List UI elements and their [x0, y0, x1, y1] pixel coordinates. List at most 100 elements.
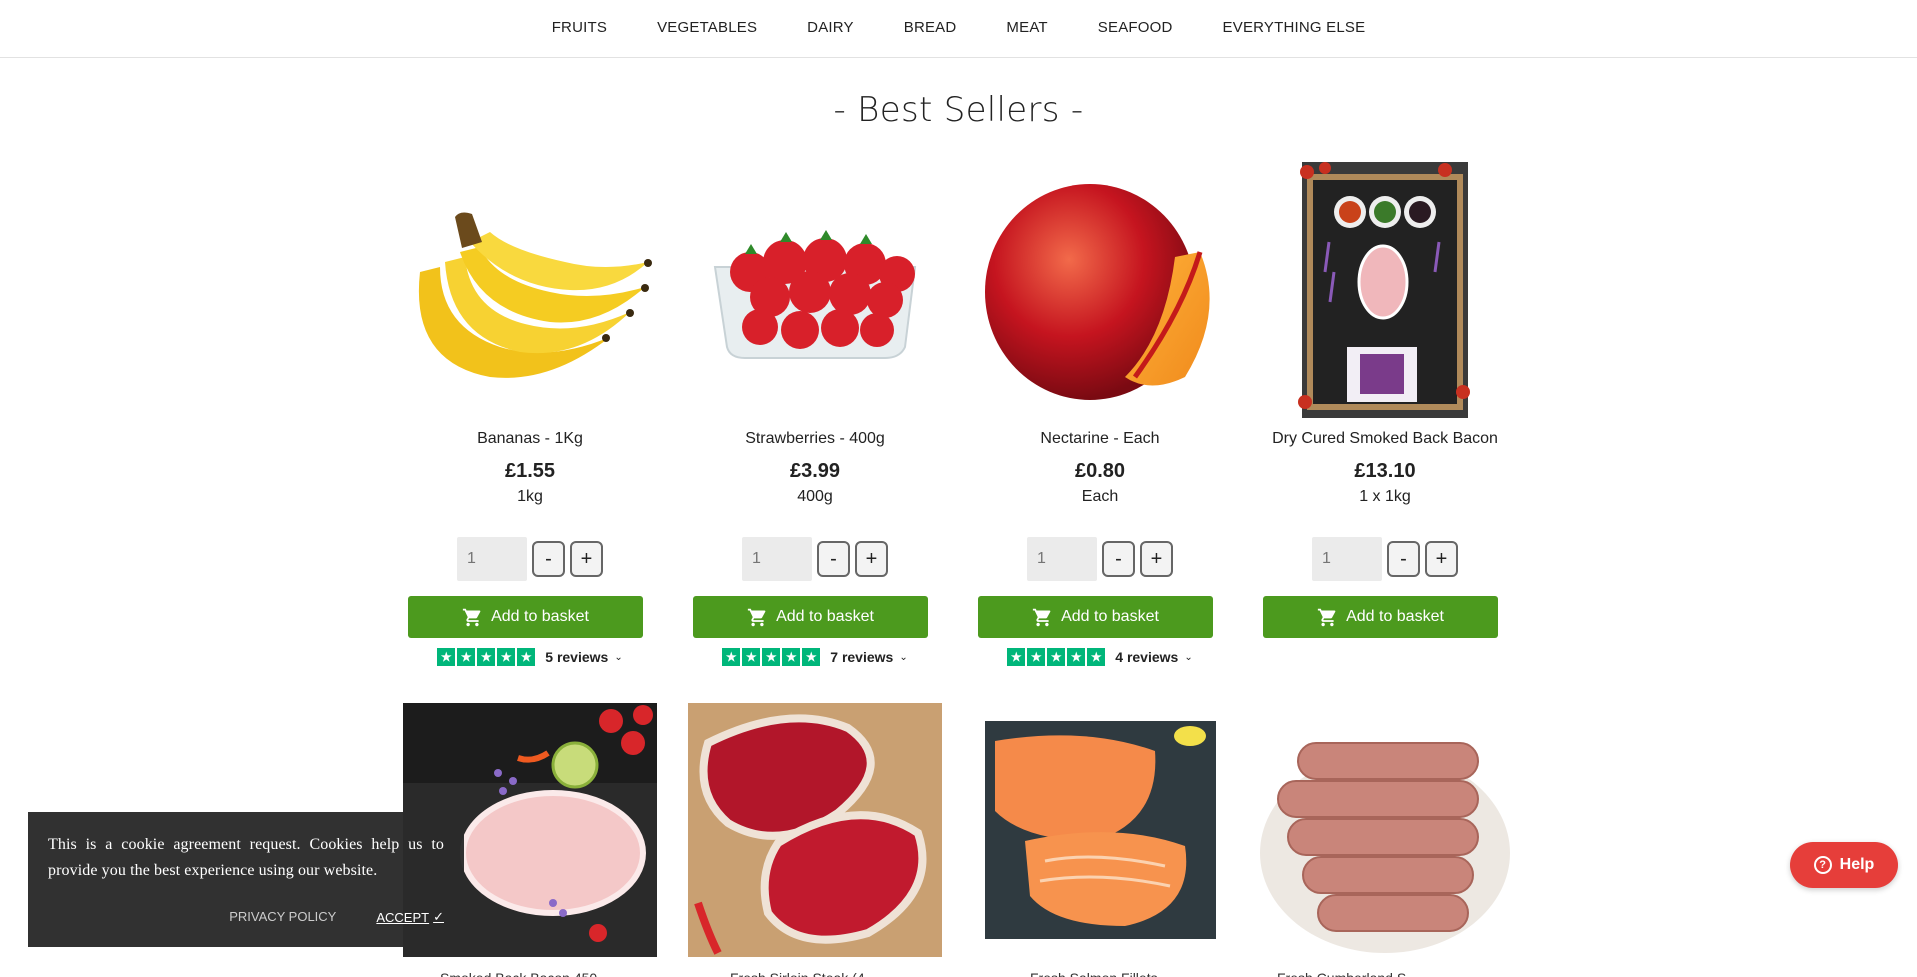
nav-seafood[interactable]: SEAFOOD — [1098, 19, 1173, 36]
star-icon: ★ — [762, 648, 781, 666]
product-unit: Each — [1081, 488, 1119, 505]
product-name[interactable]: Bananas - 1Kg — [400, 430, 660, 448]
nav-vegetables[interactable]: VEGETABLES — [657, 19, 757, 36]
chevron-down-icon[interactable]: ⌄ — [614, 652, 622, 663]
star-icon: ★ — [437, 648, 456, 666]
increase-qty-button[interactable]: + — [1140, 541, 1173, 577]
chevron-down-icon[interactable]: ⌄ — [899, 652, 907, 663]
add-to-basket-label: Add to basket — [491, 608, 589, 625]
star-icon: ★ — [1067, 648, 1086, 666]
decrease-qty-button[interactable]: - — [1102, 541, 1135, 577]
accept-cookies-button[interactable]: ACCEPT ✓ — [376, 909, 444, 925]
review-count[interactable]: 4 reviews — [1115, 649, 1178, 665]
star-icon: ★ — [742, 648, 761, 666]
product-image-nectarine[interactable] — [970, 162, 1230, 424]
star-icon: ★ — [802, 648, 821, 666]
product-name[interactable]: Dry Cured Smoked Back Bacon — [1255, 430, 1515, 448]
add-to-basket-button[interactable]: Add to basket — [1263, 596, 1498, 638]
product-name[interactable]: Fresh Sirloin Steak (4 — [730, 970, 920, 977]
star-rating: ★ ★ ★ ★ ★ — [1007, 648, 1106, 666]
product-card: Strawberries - 400g £3.99 400g - + Add t… — [685, 162, 945, 666]
product-image-cumberland-sausages[interactable] — [1258, 703, 1512, 957]
increase-qty-button[interactable]: + — [1425, 541, 1458, 577]
product-price: £3.99 — [789, 460, 841, 482]
product-price: £0.80 — [1074, 460, 1126, 482]
nav-meat[interactable]: MEAT — [1006, 19, 1047, 36]
product-unit: 400g — [797, 488, 833, 505]
product-price: £13.10 — [1354, 460, 1416, 482]
section-title: - Best Sellers - — [833, 90, 1084, 130]
review-count[interactable]: 7 reviews — [830, 649, 893, 665]
star-icon: ★ — [457, 648, 476, 666]
increase-qty-button[interactable]: + — [855, 541, 888, 577]
add-to-basket-button[interactable]: Add to basket — [693, 596, 928, 638]
decrease-qty-button[interactable]: - — [532, 541, 565, 577]
product-name[interactable]: Fresh Cumberland S — [1277, 970, 1447, 977]
add-to-basket-button[interactable]: Add to basket — [408, 596, 643, 638]
decrease-qty-button[interactable]: - — [817, 541, 850, 577]
product-image-bananas[interactable] — [400, 162, 660, 424]
star-rating: ★ ★ ★ ★ ★ — [722, 648, 821, 666]
product-image-bacon[interactable] — [1255, 162, 1515, 424]
star-icon: ★ — [517, 648, 536, 666]
add-to-basket-label: Add to basket — [776, 608, 874, 625]
star-icon: ★ — [1047, 648, 1066, 666]
product-image-sirloin-steak[interactable] — [688, 703, 942, 957]
product-name[interactable]: Strawberries - 400g — [685, 430, 945, 448]
product-unit: 1kg — [517, 488, 543, 505]
accept-label: ACCEPT — [376, 909, 430, 925]
product-card: Dry Cured Smoked Back Bacon £13.10 1 x 1… — [1255, 162, 1515, 638]
star-rating: ★ ★ ★ ★ ★ — [437, 648, 536, 666]
product-image-salmon-fillets[interactable] — [985, 721, 1216, 939]
review-widget[interactable]: ★ ★ ★ ★ ★ 4 reviews ⌄ — [970, 648, 1230, 666]
category-nav: FRUITS VEGETABLES DAIRY BREAD MEAT SEAFO… — [0, 0, 1917, 58]
help-button[interactable]: ? Help — [1790, 842, 1898, 888]
nav-everything-else[interactable]: EVERYTHING ELSE — [1223, 19, 1366, 36]
increase-qty-button[interactable]: + — [570, 541, 603, 577]
question-icon: ? — [1813, 856, 1832, 874]
quantity-stepper: - + — [1255, 537, 1515, 581]
product-price: £1.55 — [504, 460, 556, 482]
product-name[interactable]: Fresh Salmon Fillets — [1030, 970, 1200, 977]
nav-dairy[interactable]: DAIRY — [807, 19, 854, 36]
add-to-basket-label: Add to basket — [1346, 608, 1444, 625]
cart-icon — [1032, 608, 1051, 626]
quantity-input[interactable] — [742, 537, 812, 581]
nav-bread[interactable]: BREAD — [904, 19, 957, 36]
quantity-stepper: - + — [400, 537, 660, 581]
star-icon: ★ — [782, 648, 801, 666]
chevron-down-icon[interactable]: ⌄ — [1184, 652, 1192, 663]
cart-icon — [462, 608, 481, 626]
add-to-basket-label: Add to basket — [1061, 608, 1159, 625]
quantity-stepper: - + — [685, 537, 945, 581]
cookie-actions: PRIVACY POLICY ACCEPT ✓ — [28, 909, 444, 925]
star-icon: ★ — [1087, 648, 1106, 666]
cart-icon — [747, 608, 766, 626]
cookie-message: This is a cookie agreement request. Cook… — [48, 836, 444, 879]
star-icon: ★ — [477, 648, 496, 666]
quantity-input[interactable] — [457, 537, 527, 581]
product-name[interactable]: Nectarine - Each — [970, 430, 1230, 448]
star-icon: ★ — [497, 648, 516, 666]
star-icon: ★ — [722, 648, 741, 666]
cookie-banner: This is a cookie agreement request. Cook… — [28, 812, 464, 947]
quantity-input[interactable] — [1027, 537, 1097, 581]
review-widget[interactable]: ★ ★ ★ ★ ★ 5 reviews ⌄ — [400, 648, 660, 666]
product-name[interactable]: Smoked Back Bacon 450 — [440, 970, 630, 977]
add-to-basket-button[interactable]: Add to basket — [978, 596, 1213, 638]
product-unit: 1 x 1kg — [1359, 488, 1411, 505]
privacy-policy-link[interactable]: PRIVACY POLICY — [229, 909, 336, 925]
cart-icon — [1317, 608, 1336, 626]
quantity-stepper: - + — [970, 537, 1230, 581]
decrease-qty-button[interactable]: - — [1387, 541, 1420, 577]
product-card: Nectarine - Each £0.80 Each - + Add to b… — [970, 162, 1230, 666]
nav-fruits[interactable]: FRUITS — [552, 19, 607, 36]
quantity-input[interactable] — [1312, 537, 1382, 581]
help-label: Help — [1839, 856, 1875, 873]
product-card: Bananas - 1Kg £1.55 1kg - + Add to baske… — [400, 162, 660, 666]
product-image-strawberries[interactable] — [685, 162, 945, 424]
review-count[interactable]: 5 reviews — [545, 649, 608, 665]
star-icon: ★ — [1007, 648, 1026, 666]
checkmark-icon: ✓ — [433, 909, 444, 924]
review-widget[interactable]: ★ ★ ★ ★ ★ 7 reviews ⌄ — [685, 648, 945, 666]
